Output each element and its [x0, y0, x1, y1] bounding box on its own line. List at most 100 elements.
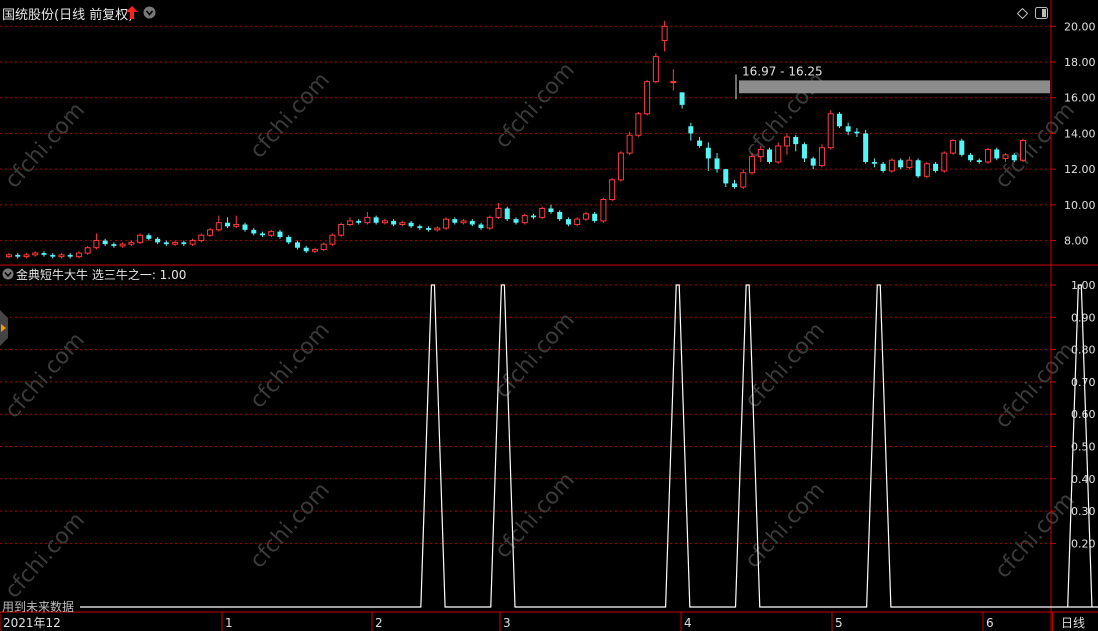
candle[interactable] — [888, 158, 895, 173]
candle[interactable] — [688, 122, 694, 141]
candle[interactable] — [137, 233, 144, 245]
candle[interactable] — [679, 92, 685, 109]
candle[interactable] — [408, 220, 414, 229]
candle[interactable] — [155, 237, 161, 245]
candle[interactable] — [391, 219, 397, 227]
candle[interactable] — [723, 169, 729, 187]
candle[interactable] — [67, 253, 73, 259]
candle[interactable] — [75, 251, 82, 259]
candle[interactable] — [260, 231, 265, 237]
candle[interactable] — [15, 253, 21, 259]
candle[interactable] — [898, 158, 904, 170]
candle[interactable] — [50, 253, 56, 259]
candle[interactable] — [548, 204, 554, 214]
candle[interactable] — [705, 142, 711, 171]
candle[interactable] — [469, 219, 475, 227]
candle[interactable] — [268, 229, 275, 237]
candle[interactable] — [906, 156, 913, 170]
candle[interactable] — [863, 129, 869, 164]
candle[interactable] — [32, 251, 39, 257]
candle[interactable] — [827, 110, 834, 150]
indicator-title[interactable]: 金典短牛大牛 选三牛之一: 1.00 — [2, 266, 186, 283]
candle[interactable] — [959, 138, 965, 157]
candle[interactable] — [434, 226, 441, 232]
window-icon[interactable] — [1035, 7, 1048, 19]
candle[interactable] — [793, 135, 799, 152]
candle[interactable] — [329, 233, 336, 246]
candle[interactable] — [233, 215, 240, 229]
candle[interactable] — [198, 233, 205, 243]
candle[interactable] — [495, 203, 502, 220]
candle[interactable] — [635, 112, 642, 137]
candle[interactable] — [652, 53, 659, 84]
candle[interactable] — [460, 219, 467, 225]
candle[interactable] — [933, 162, 939, 173]
side-tab-icon[interactable] — [0, 310, 8, 346]
candle[interactable] — [871, 158, 877, 168]
candle[interactable] — [373, 215, 379, 225]
candle[interactable] — [521, 213, 528, 225]
candle[interactable] — [574, 217, 581, 227]
candle[interactable] — [950, 138, 957, 155]
candle[interactable] — [311, 247, 318, 254]
candle[interactable] — [801, 142, 807, 162]
candle[interactable] — [941, 151, 948, 173]
candle[interactable] — [242, 222, 248, 232]
candle[interactable] — [915, 158, 921, 179]
candle[interactable] — [163, 240, 169, 246]
chevron-down-circle-icon[interactable] — [2, 268, 14, 280]
candle[interactable] — [294, 240, 300, 250]
candle[interactable] — [6, 253, 12, 259]
candle[interactable] — [93, 233, 100, 250]
candle[interactable] — [810, 156, 816, 170]
candle[interactable] — [697, 137, 703, 148]
candle[interactable] — [478, 222, 484, 230]
candle[interactable] — [670, 69, 677, 91]
chevron-down-circle-icon[interactable] — [143, 6, 156, 19]
candle[interactable] — [767, 147, 772, 164]
candle[interactable] — [443, 217, 450, 230]
candle[interactable] — [985, 147, 992, 164]
candle[interactable] — [381, 219, 388, 225]
candle[interactable] — [1020, 138, 1026, 162]
candle[interactable] — [818, 144, 825, 168]
candle[interactable] — [399, 220, 406, 227]
candle[interactable] — [539, 206, 546, 220]
candle[interactable] — [207, 228, 214, 237]
candle[interactable] — [661, 20, 668, 52]
candle[interactable] — [225, 217, 231, 229]
candle[interactable] — [119, 242, 126, 248]
candle[interactable] — [41, 251, 47, 257]
candle[interactable] — [346, 217, 353, 227]
candle[interactable] — [251, 228, 257, 236]
candle[interactable] — [426, 226, 432, 232]
candle[interactable] — [994, 147, 1000, 161]
candle[interactable] — [732, 179, 738, 189]
candle[interactable] — [880, 162, 886, 173]
chart-title[interactable]: 国统股份(日线 前复权) — [2, 4, 156, 23]
candle[interactable] — [504, 206, 510, 221]
candle[interactable] — [609, 178, 616, 202]
candle[interactable] — [303, 245, 309, 254]
candle[interactable] — [592, 212, 598, 223]
candle[interactable] — [565, 217, 571, 227]
candle[interactable] — [600, 197, 607, 223]
period-selector[interactable]: 日线 — [1052, 612, 1098, 631]
candle[interactable] — [836, 112, 842, 129]
candle[interactable] — [582, 212, 589, 221]
candle[interactable] — [23, 253, 30, 259]
candle[interactable] — [854, 128, 860, 137]
candle[interactable] — [286, 235, 292, 245]
candle[interactable] — [277, 229, 283, 239]
candle[interactable] — [617, 151, 624, 182]
candle[interactable] — [626, 131, 633, 155]
candle[interactable] — [530, 213, 536, 220]
candle[interactable] — [486, 215, 493, 230]
candle[interactable] — [452, 217, 458, 225]
candle[interactable] — [976, 158, 982, 164]
candle[interactable] — [644, 79, 651, 116]
candle[interactable] — [783, 133, 790, 155]
candle[interactable] — [417, 224, 423, 230]
candle[interactable] — [740, 169, 747, 189]
diamond-icon[interactable] — [1017, 8, 1028, 19]
